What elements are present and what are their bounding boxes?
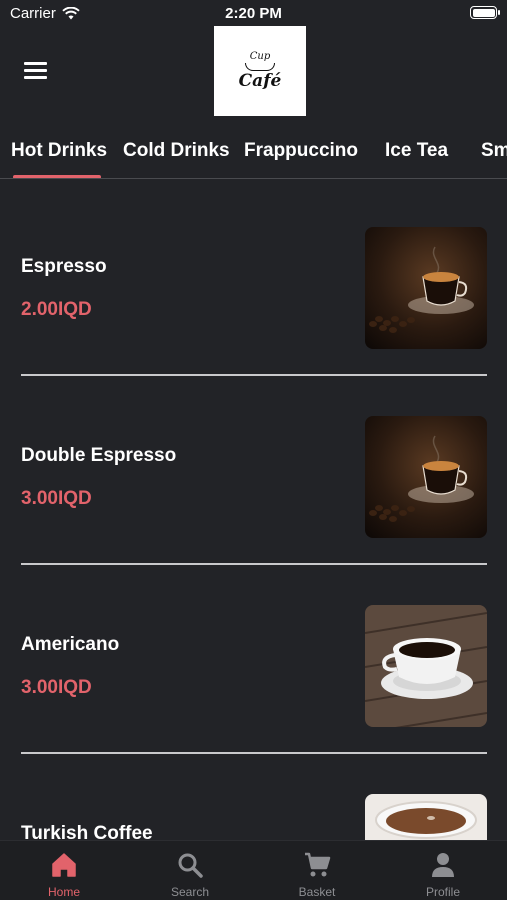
home-icon: [52, 853, 76, 877]
item-name: Turkish Coffee: [21, 823, 153, 840]
status-bar: Carrier 2:20 PM: [0, 0, 507, 26]
menu-item-americano[interactable]: Americano 3.00IQD: [0, 558, 507, 754]
nav-search-label: Search: [170, 885, 210, 899]
nav-search[interactable]: Search: [127, 841, 253, 900]
item-name: Espresso: [21, 256, 107, 277]
nav-profile[interactable]: Profile: [380, 841, 506, 900]
hamburger-menu-icon[interactable]: [24, 62, 47, 79]
americano-image: [365, 605, 487, 727]
logo-text: Café: [238, 71, 282, 91]
item-name: Double Espresso: [21, 445, 177, 466]
tab-ice-tea[interactable]: Ice Tea: [385, 140, 448, 162]
logo-cup-icon: [245, 63, 275, 71]
menu-item-espresso[interactable]: Espresso 2.00IQD: [0, 180, 507, 376]
search-icon: [178, 853, 203, 878]
active-tab-indicator: [13, 175, 101, 178]
battery-icon: [470, 6, 500, 19]
menu-item-double-espresso[interactable]: Double Espresso 3.00IQD: [0, 369, 507, 565]
tab-smoothies[interactable]: Sm: [481, 140, 507, 162]
espresso-image: [365, 227, 487, 349]
tab-cold-drinks[interactable]: Cold Drinks: [123, 140, 230, 162]
bottom-nav-bar: Home Search Basket Profile: [0, 840, 507, 900]
nav-profile-label: Profile: [425, 885, 460, 899]
item-price: 3.00IQD: [21, 677, 92, 698]
tab-frappuccino[interactable]: Frappuccino: [244, 140, 358, 162]
nav-home-label: Home: [47, 885, 80, 899]
item-price: 2.00IQD: [21, 299, 92, 320]
category-tabs: Hot Drinks Cold Drinks Frappuccino Ice T…: [0, 130, 507, 179]
item-name: Americano: [21, 634, 120, 655]
logo-top-text: Cup: [249, 51, 271, 62]
menu-list: Espresso 2.00IQD Double Espresso 3.00IQD…: [0, 180, 507, 840]
cafe-logo: Cup Café: [214, 26, 306, 116]
cart-icon: [305, 852, 331, 877]
double-espresso-image: [365, 416, 487, 538]
item-price: 3.00IQD: [21, 488, 92, 509]
status-time: 2:20 PM: [225, 5, 282, 22]
turkish-coffee-image: [365, 794, 487, 840]
menu-item-turkish-coffee[interactable]: Turkish Coffee: [0, 747, 507, 840]
nav-basket[interactable]: Basket: [254, 841, 380, 900]
nav-basket-label: Basket: [298, 885, 336, 899]
profile-icon: [432, 853, 454, 877]
tab-hot-drinks[interactable]: Hot Drinks: [11, 140, 107, 162]
app-header: Cup Café: [0, 26, 507, 118]
nav-home[interactable]: Home: [1, 841, 127, 900]
